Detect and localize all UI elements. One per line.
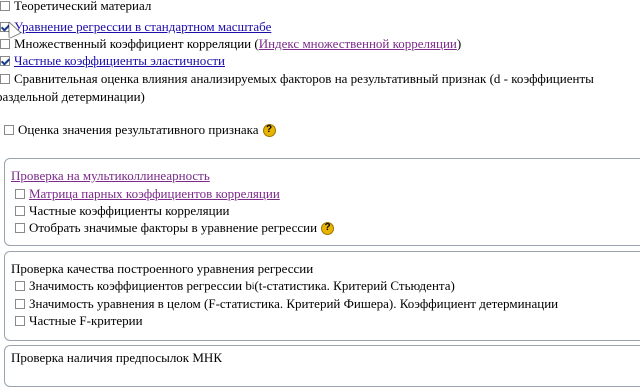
option-label: Множественный коэффициент корреляции (: [14, 36, 259, 51]
option-link[interactable]: Уравнение регрессии в стандартном масшта…: [14, 19, 271, 35]
checkbox[interactable]: [15, 316, 25, 326]
option-standard-scale-regression[interactable]: Уравнение регрессии в стандартном масшта…: [0, 19, 271, 35]
checkbox[interactable]: [4, 125, 14, 135]
option-link[interactable]: Частные коэффициенты эластичности: [14, 53, 225, 69]
option-label: Частные коэффициенты корреляции: [29, 203, 230, 218]
multicollinearity-title[interactable]: Проверка на мультиколлинеарность: [11, 168, 210, 184]
panel-title: Проверка качества построенного уравнения…: [11, 261, 314, 276]
checkbox[interactable]: [15, 281, 25, 291]
option-coef-significance[interactable]: Значимость коэффициентов регрессии b i (t-…: [15, 278, 455, 294]
panel-title-link[interactable]: Проверка на мультиколлинеарность: [11, 168, 210, 184]
checkbox-checked[interactable]: [0, 56, 10, 66]
checkbox[interactable]: [0, 39, 10, 49]
option-label: Частные F-критерии: [29, 313, 143, 328]
checkbox[interactable]: [0, 74, 10, 84]
option-label: Оценка значения результативного признака: [18, 122, 259, 137]
checkbox[interactable]: [15, 189, 25, 199]
option-theory[interactable]: Теоретический материал: [0, 0, 151, 14]
option-result-estimate[interactable]: Оценка значения результативного признака…: [4, 122, 276, 138]
option-label: Значимость коэффициентов регрессии b: [29, 278, 252, 293]
mnk-title: Проверка наличия предпосылок МНК: [11, 350, 222, 366]
option-comparative-assessment[interactable]: Сравнительная оценка влияния анализируем…: [0, 71, 594, 87]
option-label: Значимость уравнения в целом (F-статисти…: [29, 296, 559, 311]
option-comparative-assessment-line2: раздельной детерминации): [0, 89, 145, 105]
option-label-suffix: ): [456, 36, 462, 51]
option-partial-f-criteria[interactable]: Частные F-критерии: [15, 313, 143, 329]
option-multiple-correlation[interactable]: Множественный коэффициент корреляции ( И…: [0, 36, 461, 52]
checkbox[interactable]: [15, 206, 25, 216]
quality-title: Проверка качества построенного уравнения…: [11, 261, 313, 277]
option-label: Отобрать значимые факторы в уравнение ре…: [29, 220, 318, 235]
option-select-factors[interactable]: Отобрать значимые факторы в уравнение ре…: [15, 220, 335, 236]
question-icon[interactable]: ?: [262, 123, 276, 137]
checkbox[interactable]: [15, 299, 25, 309]
option-label: Теоретический материал: [14, 0, 152, 13]
panel-title: Проверка наличия предпосылок МНК: [11, 350, 222, 365]
option-label: раздельной детерминации): [0, 89, 145, 104]
option-elasticity[interactable]: Частные коэффициенты эластичности: [0, 53, 225, 69]
checkbox[interactable]: [0, 1, 10, 11]
option-partial-correlation[interactable]: Частные коэффициенты корреляции: [15, 203, 230, 219]
multiple-correlation-index-link[interactable]: Индекс множественной корреляции: [259, 36, 457, 52]
option-pair-correlation-matrix[interactable]: Матрица парных коэффициентов корреляции: [15, 186, 280, 202]
option-label: Сравнительная оценка влияния анализируем…: [14, 71, 594, 86]
option-equation-significance[interactable]: Значимость уравнения в целом (F-статисти…: [15, 296, 558, 312]
checkbox[interactable]: [15, 223, 25, 233]
question-icon[interactable]: ?: [321, 221, 335, 235]
option-label-suffix: (t-статистика. Критерий Стьюдента): [254, 278, 455, 293]
option-link[interactable]: Матрица парных коэффициентов корреляции: [29, 186, 280, 202]
